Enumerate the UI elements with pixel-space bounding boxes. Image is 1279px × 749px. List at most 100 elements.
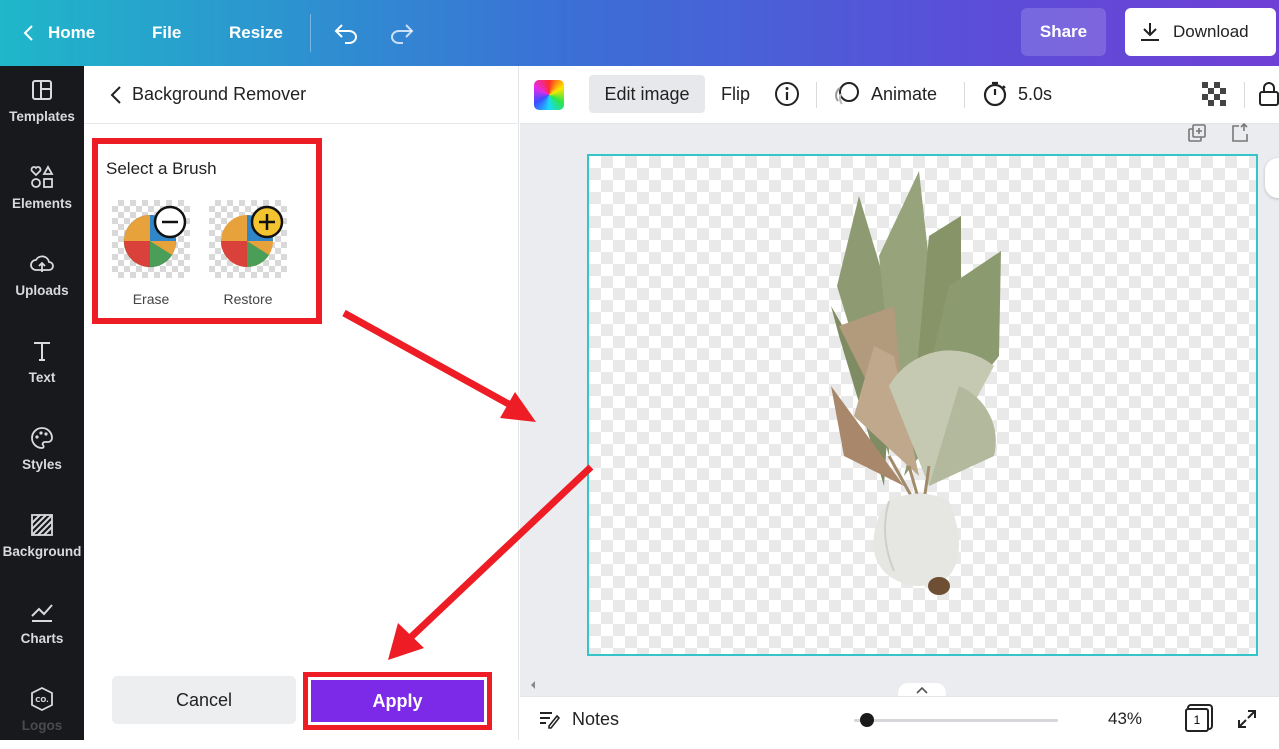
share-button[interactable]: Share	[1021, 8, 1106, 56]
top-bar: Home File Resize Share Download	[0, 0, 1279, 66]
chevron-left-icon	[23, 25, 33, 41]
text-icon	[34, 341, 50, 361]
restore-label: Restore	[223, 291, 273, 307]
transparency-icon	[1202, 82, 1226, 106]
transparency-button[interactable]	[1201, 75, 1227, 113]
logos-icon: CO.	[31, 686, 53, 711]
download-icon	[1141, 23, 1159, 41]
rail-item-charts[interactable]: Charts	[0, 582, 84, 662]
stopwatch-icon	[983, 81, 1007, 107]
apply-button[interactable]: Apply	[311, 680, 484, 722]
file-menu[interactable]: File	[152, 0, 181, 66]
notes-icon	[540, 712, 560, 729]
plus-circle-icon	[250, 205, 284, 239]
rail-label: Background	[2, 543, 82, 559]
rail-label: Templates	[9, 108, 75, 124]
rail-item-elements[interactable]: Elements	[0, 147, 84, 227]
rail-item-uploads[interactable]: Uploads	[0, 234, 84, 314]
rail-item-styles[interactable]: Styles	[0, 408, 84, 488]
rail-label: Uploads	[15, 282, 69, 298]
cancel-label: Cancel	[175, 689, 233, 710]
charts-icon	[31, 603, 53, 622]
apply-highlight-box: Apply	[303, 672, 492, 730]
rail-label: Elements	[11, 195, 73, 211]
undo-button[interactable]	[333, 0, 359, 66]
design-canvas[interactable]	[587, 154, 1258, 656]
info-button[interactable]	[774, 75, 800, 113]
styles-icon	[31, 426, 53, 449]
animate-icon	[835, 82, 859, 105]
uploads-icon	[30, 255, 54, 272]
share-label: Share	[1039, 22, 1088, 41]
resize-label: Resize	[229, 23, 283, 42]
rail-label: Text	[28, 369, 56, 385]
page-count-label: 1	[1193, 713, 1201, 727]
add-page-icon[interactable]	[1229, 122, 1251, 144]
flip-label: Flip	[721, 83, 751, 104]
erase-label: Erase	[132, 291, 170, 307]
animate-label: Animate	[871, 83, 938, 104]
zoom-slider-knob[interactable]	[860, 713, 874, 727]
erase-brush-thumbnail	[112, 200, 190, 278]
home-label: Home	[48, 23, 96, 42]
background-icon	[31, 513, 53, 536]
panel-title: Background Remover	[132, 84, 307, 104]
undo-icon	[334, 24, 357, 44]
zoom-percentage[interactable]: 43%	[1108, 697, 1142, 741]
side-panel: Background Remover Select a Brush Erase	[84, 66, 519, 740]
file-label: File	[152, 23, 182, 42]
topbar-divider	[310, 14, 311, 52]
erase-brush[interactable]: Erase	[111, 200, 191, 307]
toolbar-divider	[964, 82, 965, 108]
home-button[interactable]: Home	[22, 0, 95, 66]
rail-item-background[interactable]: Background	[0, 495, 84, 575]
download-label: Download	[1173, 22, 1249, 41]
edit-image-button[interactable]: Edit image	[589, 75, 705, 113]
restore-brush-thumbnail	[209, 200, 287, 278]
toolbar-divider	[1244, 82, 1245, 108]
redo-icon	[391, 24, 414, 44]
info-icon	[775, 82, 799, 106]
toolbar-divider	[816, 82, 817, 108]
restore-brush[interactable]: Restore	[208, 200, 288, 307]
color-picker-swatch[interactable]	[534, 80, 564, 110]
fullscreen-icon[interactable]	[1236, 708, 1258, 730]
duration-button[interactable]: 5.0s	[982, 75, 1052, 113]
rail-label: Charts	[20, 630, 64, 646]
svg-text:CO.: CO.	[35, 696, 49, 704]
elements-icon	[30, 164, 54, 188]
resize-menu[interactable]: Resize	[229, 0, 283, 66]
minus-circle-icon	[153, 205, 187, 239]
rail-item-templates[interactable]: Templates	[0, 60, 84, 140]
back-chevron-icon[interactable]	[110, 85, 122, 105]
edit-image-label: Edit image	[604, 83, 690, 104]
animate-button[interactable]: Animate	[833, 75, 937, 113]
page-count-button[interactable]: 1	[1185, 708, 1209, 732]
brush-section-title: Select a Brush	[106, 159, 217, 178]
rail-item-text[interactable]: Text	[0, 321, 84, 401]
editor-area: Edit image Flip Animate 5.0s Notes 43% 1	[520, 66, 1279, 740]
duplicate-page-icon[interactable]	[1186, 123, 1208, 145]
lock-icon	[1259, 82, 1279, 106]
cancel-button[interactable]: Cancel	[112, 676, 296, 724]
notes-button[interactable]: Notes	[538, 697, 619, 741]
editor-toolbar: Edit image Flip Animate 5.0s	[520, 66, 1279, 124]
editor-bottombar: Notes 43% 1	[520, 696, 1279, 740]
left-rail: Templates Elements Uploads Text Styles B…	[0, 66, 84, 740]
panel-header[interactable]: Background Remover	[84, 66, 519, 124]
rail-item-logos[interactable]: CO. Logos	[0, 669, 84, 749]
apply-label: Apply	[372, 690, 423, 711]
notes-label: Notes	[572, 708, 620, 729]
scroll-left-icon[interactable]	[528, 680, 538, 690]
duration-label: 5.0s	[1018, 83, 1053, 104]
dried-palm-bouquet-image[interactable]	[589, 156, 1258, 656]
rail-label: Logos	[21, 717, 63, 733]
download-button[interactable]: Download	[1125, 8, 1276, 56]
lock-button[interactable]	[1258, 75, 1279, 113]
templates-icon	[32, 79, 52, 100]
zoom-slider-track[interactable]	[854, 719, 1058, 722]
rail-label: Styles	[22, 456, 62, 472]
redo-button[interactable]	[389, 0, 415, 66]
rotate-handle[interactable]	[1265, 158, 1279, 198]
flip-button[interactable]: Flip	[721, 75, 750, 113]
